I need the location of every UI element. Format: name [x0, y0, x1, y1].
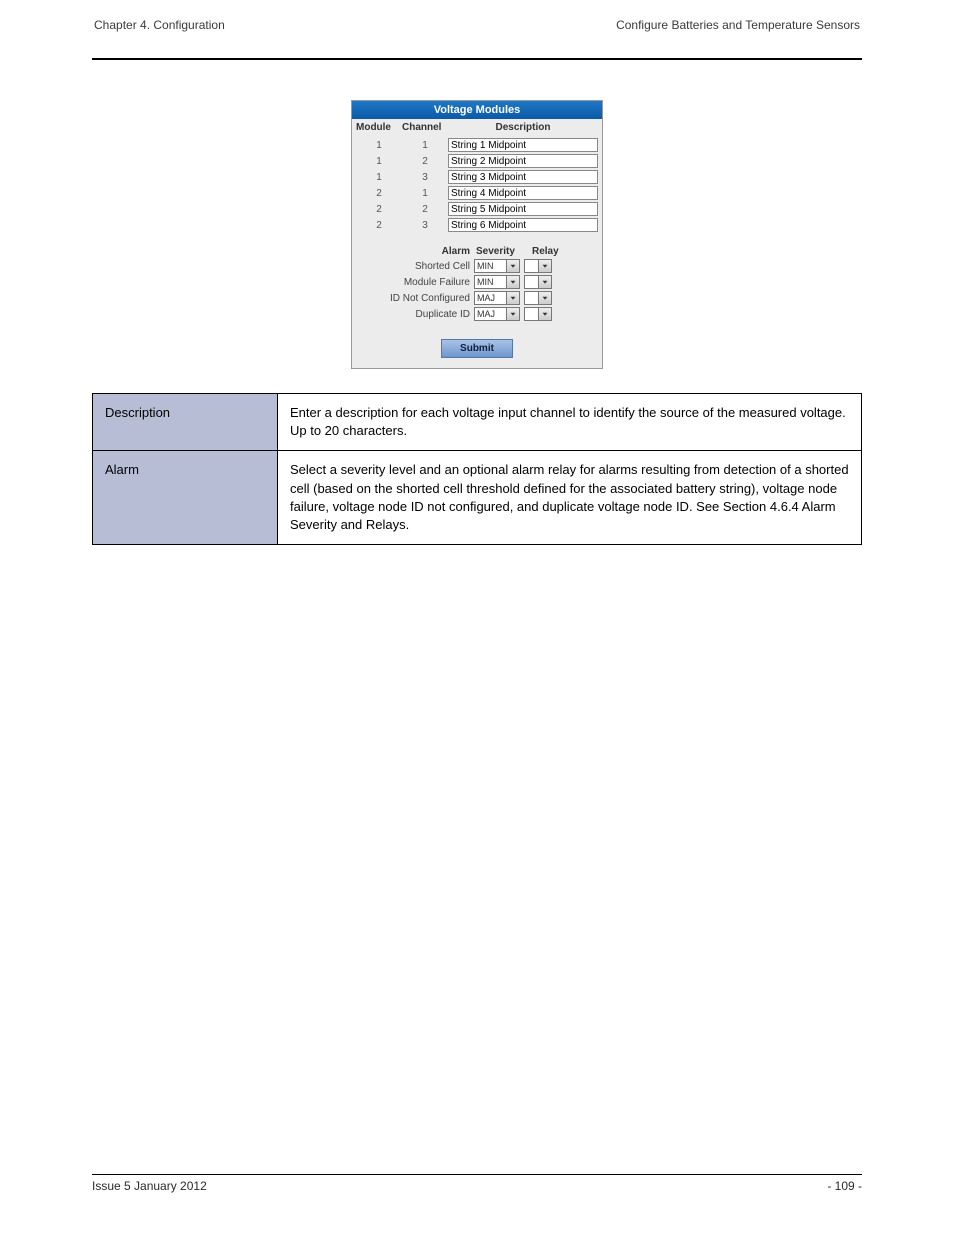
module-cell: 1	[356, 156, 402, 167]
footer-page: - 109 -	[827, 1179, 862, 1193]
relay-select[interactable]	[524, 259, 552, 273]
description-input[interactable]	[448, 154, 598, 168]
channel-cell: 2	[402, 204, 448, 215]
severity-value: MIN	[475, 260, 506, 272]
table-header: Module Channel Description	[352, 119, 602, 136]
alarm-name: ID Not Configured	[360, 293, 474, 304]
alarm-header-severity: Severity	[476, 246, 532, 257]
definition-term: Description	[93, 394, 278, 451]
alarm-name: Module Failure	[360, 277, 474, 288]
module-cell: 1	[356, 172, 402, 183]
footer-issue: Issue 5 January 2012	[92, 1179, 207, 1193]
chevron-down-icon	[506, 292, 519, 304]
relay-select[interactable]	[524, 307, 552, 321]
definitions-table: DescriptionEnter a description for each …	[92, 393, 862, 545]
footer-rule	[92, 1174, 862, 1175]
definition-row: AlarmSelect a severity level and an opti…	[93, 451, 862, 545]
chevron-down-icon	[538, 308, 551, 320]
description-input[interactable]	[448, 138, 598, 152]
channel-cell: 3	[402, 220, 448, 231]
channel-cell: 1	[402, 140, 448, 151]
col-module: Module	[356, 122, 402, 133]
table-row: 22	[356, 202, 598, 216]
description-input[interactable]	[448, 170, 598, 184]
submit-button[interactable]: Submit	[441, 339, 513, 358]
definition-text: Enter a description for each voltage inp…	[278, 394, 862, 451]
alarm-row: Duplicate IDMAJ	[360, 307, 594, 321]
header-chapter: Chapter 4. Configuration	[94, 18, 225, 32]
col-channel: Channel	[402, 122, 448, 133]
alarm-name: Shorted Cell	[360, 261, 474, 272]
severity-value: MAJ	[475, 308, 506, 320]
table-row: 23	[356, 218, 598, 232]
module-cell: 2	[356, 188, 402, 199]
chevron-down-icon	[538, 292, 551, 304]
table-row: 12	[356, 154, 598, 168]
severity-select[interactable]: MAJ	[474, 291, 520, 305]
definition-text: Select a severity level and an optional …	[278, 451, 862, 545]
col-description: Description	[448, 122, 598, 133]
chevron-down-icon	[538, 276, 551, 288]
severity-select[interactable]: MAJ	[474, 307, 520, 321]
chevron-down-icon	[506, 276, 519, 288]
panel-title: Voltage Modules	[352, 101, 602, 119]
relay-select[interactable]	[524, 291, 552, 305]
alarm-name: Duplicate ID	[360, 309, 474, 320]
channel-cell: 3	[402, 172, 448, 183]
definition-term: Alarm	[93, 451, 278, 545]
voltage-modules-panel: Voltage Modules Module Channel Descripti…	[351, 100, 603, 369]
definition-row: DescriptionEnter a description for each …	[93, 394, 862, 451]
chevron-down-icon	[506, 308, 519, 320]
alarm-header-relay: Relay	[532, 246, 566, 257]
header-section: Configure Batteries and Temperature Sens…	[616, 18, 860, 32]
channel-cell: 2	[402, 156, 448, 167]
alarm-row: Shorted CellMIN	[360, 259, 594, 273]
severity-value: MAJ	[475, 292, 506, 304]
header-rule	[92, 58, 862, 60]
alarm-header-alarm: Alarm	[360, 246, 476, 257]
description-input[interactable]	[448, 186, 598, 200]
severity-value: MIN	[475, 276, 506, 288]
table-row: 21	[356, 186, 598, 200]
alarm-row: Module FailureMIN	[360, 275, 594, 289]
description-input[interactable]	[448, 218, 598, 232]
severity-select[interactable]: MIN	[474, 275, 520, 289]
relay-select[interactable]	[524, 275, 552, 289]
table-row: 11	[356, 138, 598, 152]
chevron-down-icon	[538, 260, 551, 272]
channel-cell: 1	[402, 188, 448, 199]
alarm-row: ID Not ConfiguredMAJ	[360, 291, 594, 305]
severity-select[interactable]: MIN	[474, 259, 520, 273]
description-input[interactable]	[448, 202, 598, 216]
chevron-down-icon	[506, 260, 519, 272]
module-cell: 1	[356, 140, 402, 151]
module-cell: 2	[356, 220, 402, 231]
module-cell: 2	[356, 204, 402, 215]
table-row: 13	[356, 170, 598, 184]
